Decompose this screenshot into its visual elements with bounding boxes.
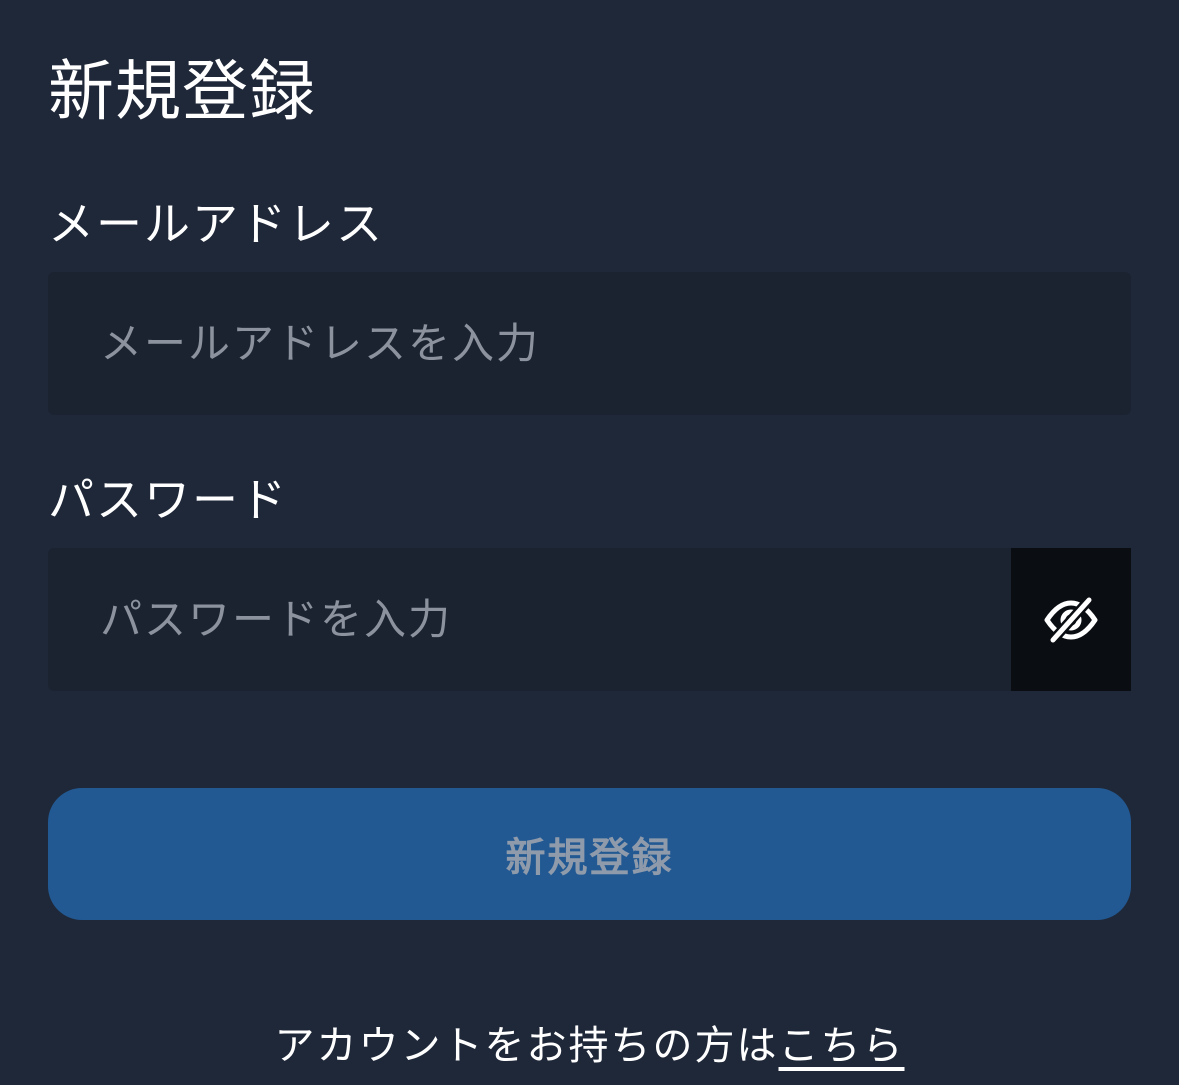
password-field-container[interactable]	[48, 548, 1131, 691]
password-visibility-toggle[interactable]	[1011, 548, 1131, 691]
email-label: メールアドレス	[48, 197, 384, 251]
login-link[interactable]: こちら	[779, 1023, 905, 1069]
login-prompt-text: アカウントをお持ちの方は	[274, 1023, 779, 1069]
password-field[interactable]	[100, 548, 1000, 691]
password-label: パスワード	[48, 473, 288, 527]
login-prompt: アカウントをお持ちの方はこちら	[0, 1020, 1179, 1072]
page-title: 新規登録	[48, 53, 316, 130]
eye-off-icon	[1044, 594, 1098, 645]
email-field[interactable]	[100, 272, 1000, 415]
email-field-container[interactable]	[48, 272, 1131, 415]
register-button[interactable]: 新規登録	[48, 788, 1131, 920]
